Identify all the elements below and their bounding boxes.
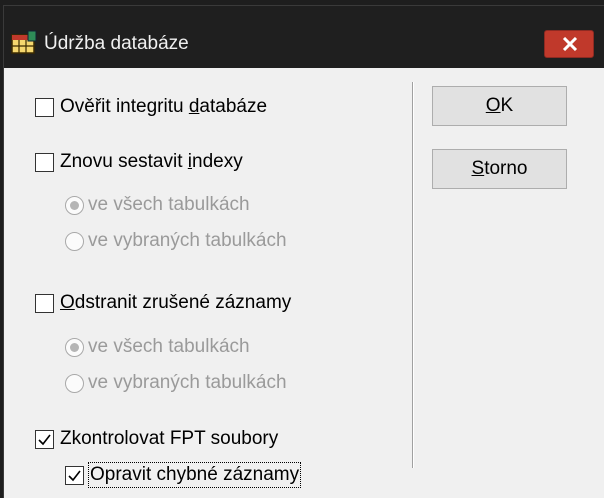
cancel-button-mnemonic: S xyxy=(471,158,485,179)
reindex-all-tables-label: ve všech tabulkách xyxy=(88,194,250,215)
close-icon xyxy=(562,37,578,51)
purge-deleted-checkbox[interactable]: Odstranit zrušené záznamy xyxy=(35,292,291,314)
ok-button-label: K xyxy=(500,95,514,116)
purge-selected-tables-radio[interactable]: ve vybraných tabulkách xyxy=(65,372,287,394)
database-table-icon xyxy=(11,30,37,54)
check-fpt-label: Zkontrolovat FPT soubory xyxy=(60,428,279,449)
purge-all-tables-radio[interactable]: ve všech tabulkách xyxy=(65,336,250,358)
checkbox-box[interactable] xyxy=(65,465,84,485)
check-fpt-checkbox[interactable]: Zkontrolovat FPT soubory xyxy=(35,428,278,450)
reindex-all-tables-radio[interactable]: ve všech tabulkách xyxy=(65,194,250,216)
purge-selected-tables-label: ve vybraných tabulkách xyxy=(88,372,287,393)
dialog-body: Ověřit integritu databáze Znovu sestavit… xyxy=(4,68,604,498)
reindex-selected-tables-label: ve vybraných tabulkách xyxy=(88,230,287,251)
checkmark-icon xyxy=(38,434,51,445)
title-bar: Údržba databáze xyxy=(4,6,604,68)
purge-deleted-label: Odstranit zrušené záznamy xyxy=(60,292,292,313)
close-button[interactable] xyxy=(544,30,594,58)
window-title: Údržba databáze xyxy=(44,33,189,54)
radio-button[interactable] xyxy=(65,231,84,251)
reindex-checkbox[interactable]: Znovu sestavit indexy xyxy=(35,151,243,173)
maintenance-dialog: Údržba databáze Ověřit integritu databáz… xyxy=(4,6,604,498)
reindex-label: Znovu sestavit indexy xyxy=(60,151,243,172)
reindex-selected-tables-radio[interactable]: ve vybraných tabulkách xyxy=(65,230,287,252)
ok-button-mnemonic: O xyxy=(485,95,501,116)
checkbox-box[interactable] xyxy=(35,293,54,313)
checkmark-icon xyxy=(68,470,81,481)
purge-all-tables-label: ve všech tabulkách xyxy=(88,336,250,357)
radio-button[interactable] xyxy=(65,373,84,393)
cancel-button-label: torno xyxy=(484,158,528,179)
checkbox-box[interactable] xyxy=(35,429,54,449)
repair-records-label: Opravit chybné záznamy xyxy=(87,462,302,488)
radio-button[interactable] xyxy=(65,195,84,215)
ok-button[interactable]: OK xyxy=(432,86,567,126)
checkbox-box[interactable] xyxy=(35,152,54,172)
cancel-button[interactable]: Storno xyxy=(432,149,567,189)
radio-button[interactable] xyxy=(65,337,84,357)
checkbox-box[interactable] xyxy=(35,97,54,117)
verify-integrity-checkbox[interactable]: Ověřit integritu databáze xyxy=(35,96,267,118)
repair-records-checkbox[interactable]: Opravit chybné záznamy xyxy=(65,462,302,488)
vertical-divider-highlight xyxy=(413,82,414,468)
verify-integrity-label: Ověřit integritu databáze xyxy=(60,96,268,117)
